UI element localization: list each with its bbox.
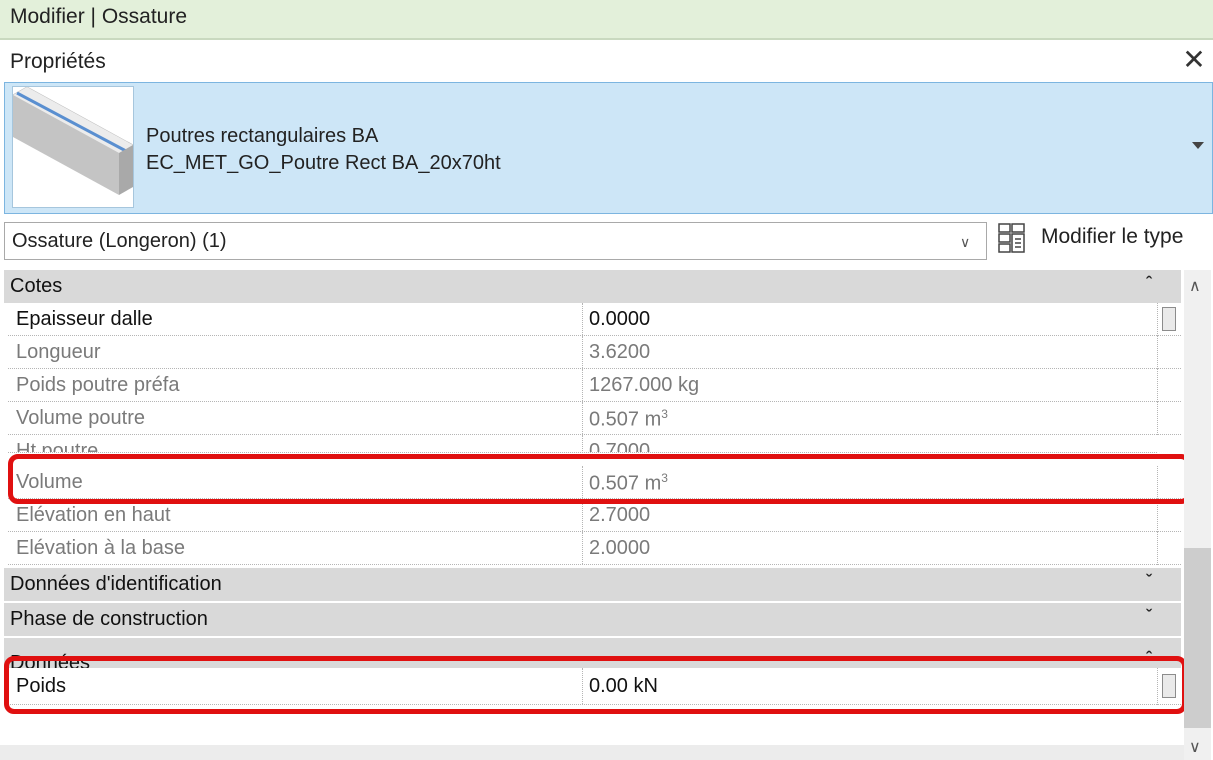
value-text: 0.507 m	[589, 472, 662, 495]
properties-panel-title: Propriétés	[10, 50, 106, 73]
section-label: Cotes	[10, 275, 63, 297]
section-label: Phase de construction	[10, 608, 208, 630]
property-name: Epaisseur dalle	[16, 308, 153, 330]
unit-superscript: 3	[661, 407, 668, 421]
close-icon[interactable]: ✕	[1181, 46, 1207, 74]
row-gutter	[1157, 532, 1181, 565]
scroll-down-icon[interactable]: ∨	[1189, 737, 1201, 757]
property-name: Volume poutre	[16, 407, 145, 429]
row-gutter	[1157, 499, 1181, 532]
section-header-cotes[interactable]: Cotes ˆ	[4, 270, 1181, 303]
property-name: Elévation à la base	[16, 537, 186, 559]
property-row: Ht poutre 0.7000	[8, 435, 1157, 453]
row-gutter	[1157, 336, 1181, 369]
grid-bottom-band	[0, 745, 1184, 760]
row-gutter	[1157, 303, 1181, 336]
value-text: 0.507 m	[589, 408, 662, 431]
property-row: Volume 0.507 m3	[8, 466, 1157, 499]
property-value: 1267.000 kg	[582, 369, 1156, 401]
type-name-label: EC_MET_GO_Poutre Rect BA_20x70ht	[146, 152, 501, 174]
unit-superscript: 3	[661, 471, 668, 485]
beam-thumbnail-icon	[12, 86, 134, 208]
property-row: Elévation à la base 2.0000	[8, 532, 1157, 565]
ribbon-context-title: Modifier | Ossature	[10, 5, 188, 28]
row-gutter	[1157, 466, 1181, 499]
section-header-donnees[interactable]: Données ˆ	[4, 638, 1181, 668]
row-gutter	[1157, 402, 1181, 435]
row-gutter	[1157, 668, 1181, 705]
property-row[interactable]: Poids 0.00 kN	[8, 668, 1157, 705]
property-row[interactable]: Epaisseur dalle 0.0000	[8, 303, 1157, 336]
section-header-phase[interactable]: Phase de construction ˇ	[4, 603, 1181, 636]
section-label: Données	[10, 652, 91, 668]
expand-icon[interactable]: ˇ	[1146, 606, 1152, 626]
section-label: Données d'identification	[10, 573, 222, 595]
property-value-input[interactable]: 0.0000	[582, 303, 1156, 335]
edit-type-button[interactable]: Modifier le type	[1041, 225, 1183, 249]
edit-type-icon[interactable]	[998, 223, 1026, 253]
property-row: Longueur 3.6200	[8, 336, 1157, 369]
type-selector[interactable]	[4, 82, 1213, 214]
instance-filter-label: Ossature (Longeron) (1)	[12, 230, 227, 252]
chevron-down-icon[interactable]: ∨	[960, 234, 970, 251]
property-value: 2.7000	[582, 499, 1156, 531]
associate-parameter-button[interactable]	[1162, 307, 1176, 331]
type-dropdown-caret-icon[interactable]	[1192, 142, 1204, 149]
property-value: 2.0000	[582, 532, 1156, 564]
property-name: Longueur	[16, 341, 101, 363]
collapse-icon[interactable]: ˆ	[1146, 648, 1152, 668]
associate-parameter-button[interactable]	[1162, 674, 1176, 698]
expand-icon[interactable]: ˇ	[1146, 571, 1152, 591]
property-value: 0.7000	[582, 435, 1156, 452]
property-name: Poids poutre préfa	[16, 374, 180, 396]
type-family-label: Poutres rectangulaires BA	[146, 125, 379, 147]
property-name: Elévation en haut	[16, 504, 171, 526]
property-row: Poids poutre préfa 1267.000 kg	[8, 369, 1157, 402]
property-row: Elévation en haut 2.7000	[8, 499, 1157, 532]
property-value: 0.507 m3	[582, 402, 1156, 434]
property-name: Ht poutre	[16, 440, 99, 453]
property-grid: Cotes ˆ Epaisseur dalle 0.0000 Longueur …	[4, 270, 1184, 712]
scroll-up-icon[interactable]: ∧	[1189, 276, 1201, 296]
property-value-input[interactable]: 0.00 kN	[582, 668, 1156, 704]
collapse-icon[interactable]: ˆ	[1146, 273, 1152, 293]
property-value: 0.507 m3	[582, 466, 1156, 498]
section-header-identification[interactable]: Données d'identification ˇ	[4, 568, 1181, 601]
property-name: Volume	[16, 471, 83, 493]
property-name: Poids	[16, 675, 67, 697]
row-gutter	[1157, 369, 1181, 402]
property-value: 3.6200	[582, 336, 1156, 368]
scrollbar-thumb[interactable]	[1184, 548, 1211, 728]
property-row: Volume poutre 0.507 m3	[8, 402, 1157, 435]
